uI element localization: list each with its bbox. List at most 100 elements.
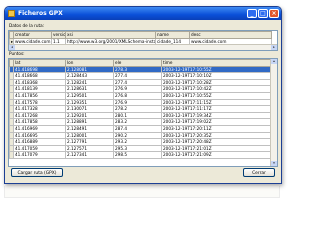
meta-horizontal-scrollbar[interactable]: ◂ ▸ [9, 44, 277, 50]
table-cell[interactable]: 280.1 [113, 111, 162, 120]
table-cell[interactable]: 41.417858 [13, 118, 66, 126]
table-cell[interactable]: 2.127791 [65, 138, 114, 146]
table-cell[interactable]: 298.5 [113, 151, 162, 159]
table-cell[interactable]: 41.416889 [13, 138, 66, 146]
table-row[interactable]: 41.417858 2.128891 283.2 2003-12-19T17:19:0… [9, 118, 272, 126]
table-cell[interactable]: 2003-12-19T17:21:09Z [161, 151, 272, 159]
table-cell[interactable]: 2003-12-19T17:10:28Z [161, 78, 272, 87]
scroll-left-icon[interactable]: ◂ [9, 45, 15, 50]
title-bar[interactable]: Ficheros GPX _ □ × [5, 7, 281, 20]
points-vertical-scrollbar[interactable]: ▴ ▾ [270, 59, 277, 166]
meta-col-name[interactable]: name [155, 31, 190, 39]
table-cell[interactable]: 2003-12-19T17:10:10Z [161, 72, 272, 80]
table-cell[interactable]: 2.128081 [65, 65, 114, 74]
table-row[interactable]: 41.418698 2.128081 278.3 2003-12-19T17:10:5… [9, 65, 272, 74]
table-cell[interactable]: 278.2 [113, 105, 162, 113]
table-cell[interactable]: 41.418368 [13, 78, 66, 87]
table-cell[interactable]: 295.3 [113, 144, 162, 153]
table-cell[interactable]: 2.128631 [65, 85, 114, 93]
meta-col-version[interactable]: version [51, 31, 66, 39]
screenshot-stage: Ficheros GPX _ □ × Datos de la ruta: cre… [0, 0, 300, 244]
meta-col-creator[interactable]: creator [13, 31, 52, 39]
table-cell[interactable]: 41.417578 [13, 98, 66, 107]
table-row[interactable]: 41.418139 2.128631 276.9 2003-12-19T17:10:4… [9, 85, 272, 93]
window-title: Ficheros GPX [18, 10, 63, 17]
points-header-row: lat lon ele time [9, 59, 272, 67]
table-cell[interactable]: 41.418139 [13, 85, 66, 93]
app-icon [8, 10, 15, 17]
table-cell[interactable]: 2003-12-19T17:20:35Z [161, 131, 272, 140]
table-row[interactable]: 41.417079 2.127341 298.5 2003-12-19T17:21:0… [9, 151, 272, 159]
table-row[interactable]: 41.417328 2.130071 278.2 2003-12-19T17:11:1… [9, 105, 272, 113]
scroll-up-icon[interactable]: ▴ [271, 59, 277, 64]
table-cell[interactable]: 2.129351 [65, 98, 114, 107]
table-cell[interactable]: 41.417059 [13, 144, 66, 153]
points-col-ele[interactable]: ele [113, 59, 162, 67]
table-cell[interactable]: 2003-12-19T17:10:55Z [161, 91, 272, 100]
table-row[interactable]: 41.418668 2.128443 277.4 2003-12-19T17:10:1… [9, 72, 272, 80]
table-cell[interactable]: 41.417268 [13, 111, 66, 120]
table-cell[interactable]: 276.9 [113, 85, 162, 93]
scroll-right-icon[interactable]: ▸ [271, 45, 277, 50]
table-cell[interactable]: 2.128891 [65, 118, 114, 126]
table-cell[interactable]: 2.129501 [65, 91, 114, 100]
table-row[interactable]: 41.417856 2.129501 276.8 2003-12-19T17:10:5… [9, 91, 272, 100]
table-cell[interactable]: 2.127341 [65, 151, 114, 159]
table-cell[interactable]: 2.128001 [65, 131, 114, 140]
table-cell[interactable]: 2.128443 [65, 72, 114, 80]
table-cell[interactable]: 2.128241 [65, 78, 114, 87]
close-button[interactable]: Cerrar [243, 168, 275, 177]
points-grid[interactable]: lat lon ele time 41.418698 2.128081 278.3 2… [8, 58, 278, 167]
table-cell[interactable]: 276.8 [113, 91, 162, 100]
table-cell[interactable]: 41.416969 [13, 124, 66, 133]
table-cell[interactable]: 287.4 [113, 124, 162, 133]
points-col-lat[interactable]: lat [13, 59, 66, 67]
load-route-button[interactable]: Cargar ruta (GPX) [11, 168, 63, 177]
table-row[interactable]: 41.416695 2.128001 290.2 2003-12-19T17:20:3… [9, 131, 272, 140]
table-cell[interactable]: 278.3 [113, 65, 162, 74]
table-cell[interactable]: 2003-12-19T17:10:42Z [161, 85, 272, 93]
table-cell[interactable]: 2.130071 [65, 105, 114, 113]
table-row[interactable]: 41.417268 2.129201 280.1 2003-12-19T17:19:3… [9, 111, 272, 120]
table-cell[interactable]: 41.418668 [13, 72, 66, 80]
table-cell[interactable]: 2003-12-19T17:19:34Z [161, 111, 272, 120]
minimize-button[interactable]: _ [247, 9, 257, 18]
table-cell[interactable]: 2003-12-19T17:10:55Z [161, 65, 272, 74]
table-cell[interactable]: 2003-12-19T17:11:15Z [161, 98, 272, 107]
table-cell[interactable]: 2.127571 [65, 144, 114, 153]
table-cell[interactable]: 41.418698 [13, 65, 66, 74]
table-cell[interactable]: 2003-12-19T17:11:17Z [161, 105, 272, 113]
points-col-lon[interactable]: lon [65, 59, 114, 67]
table-cell[interactable]: 41.417328 [13, 105, 66, 113]
points-body: 41.418698 2.128081 278.3 2003-12-19T17:10:5… [9, 65, 272, 159]
table-row[interactable]: 41.416889 2.127791 293.2 2003-12-19T17:20:4… [9, 138, 272, 146]
table-row[interactable]: 41.418368 2.128241 277.4 2003-12-19T17:10:2… [9, 78, 272, 87]
table-cell[interactable]: 277.4 [113, 72, 162, 80]
table-cell[interactable]: 41.417856 [13, 91, 66, 100]
route-meta-grid[interactable]: creator version xsi name desc ▸ www.cida… [8, 30, 278, 51]
close-window-button[interactable]: × [269, 9, 279, 18]
table-cell[interactable]: 290.2 [113, 131, 162, 140]
table-cell[interactable]: 276.9 [113, 98, 162, 107]
table-row[interactable]: 41.416969 2.128491 287.4 2003-12-19T17:20:1… [9, 124, 272, 133]
table-cell[interactable]: 277.4 [113, 78, 162, 87]
maximize-button[interactable]: □ [258, 9, 268, 18]
table-cell[interactable]: 2003-12-19T17:20:11Z [161, 124, 272, 133]
table-cell[interactable]: 2003-12-19T17:21:01Z [161, 144, 272, 153]
meta-col-desc[interactable]: desc [189, 31, 272, 39]
table-row[interactable]: 41.417578 2.129351 276.9 2003-12-19T17:11:1… [9, 98, 272, 107]
table-cell[interactable]: 2.128491 [65, 124, 114, 133]
table-cell[interactable]: 2003-12-19T17:20:48Z [161, 138, 272, 146]
table-cell[interactable]: 283.2 [113, 118, 162, 126]
scroll-down-icon[interactable]: ▾ [271, 161, 277, 166]
window-controls: _ □ × [247, 9, 279, 18]
gpx-window: Ficheros GPX _ □ × Datos de la ruta: cre… [4, 6, 282, 184]
table-cell[interactable]: 2.129201 [65, 111, 114, 120]
table-cell[interactable]: 2003-12-19T17:19:02Z [161, 118, 272, 126]
table-row[interactable]: 41.417059 2.127571 295.3 2003-12-19T17:21:0… [9, 144, 272, 153]
table-cell[interactable]: 41.416695 [13, 131, 66, 140]
meta-col-xsi[interactable]: xsi [65, 31, 156, 39]
table-cell[interactable]: 293.2 [113, 138, 162, 146]
points-col-time[interactable]: time [161, 59, 272, 67]
table-cell[interactable]: 41.417079 [13, 151, 66, 159]
